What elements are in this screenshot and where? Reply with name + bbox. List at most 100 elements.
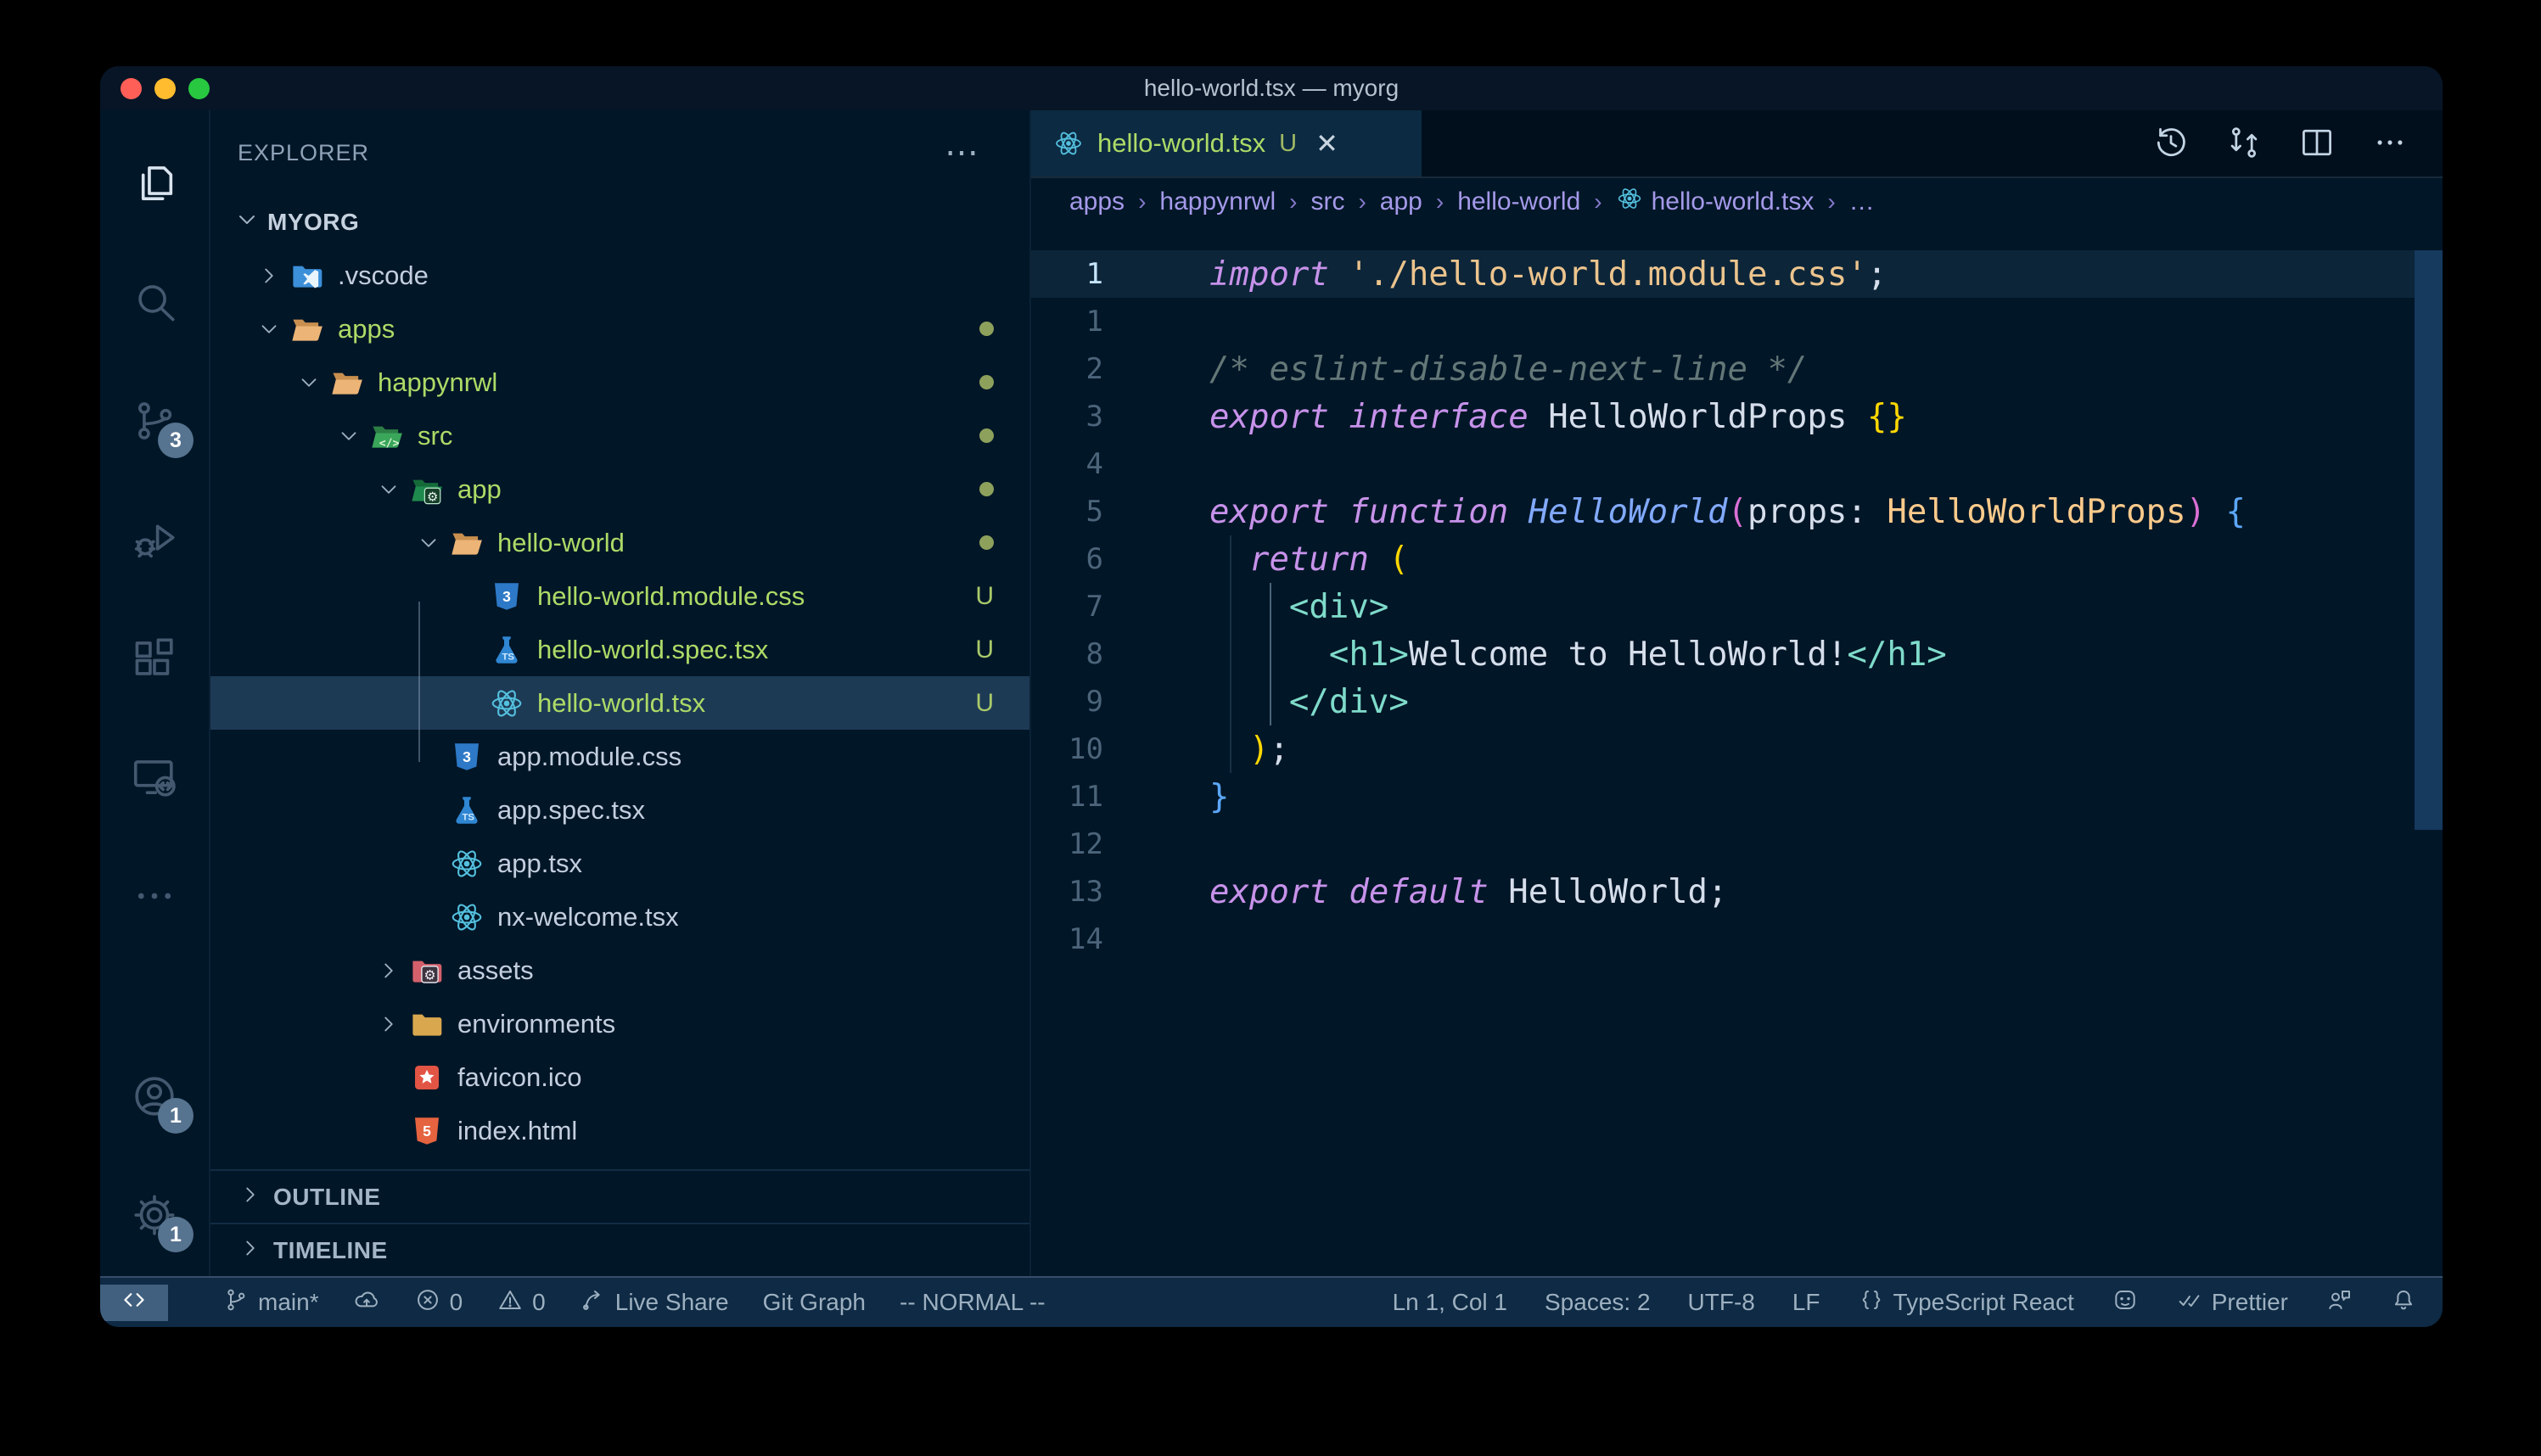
activity-item-more-views[interactable] — [114, 838, 195, 957]
git-modified-dot — [979, 482, 994, 496]
status-label: LF — [1792, 1289, 1820, 1316]
activity-item-run-debug[interactable] — [114, 482, 195, 601]
activity-item-source-control[interactable]: 3 — [114, 363, 195, 482]
panel-outline[interactable]: OUTLINE — [210, 1169, 1029, 1223]
tree-file-app.tsx[interactable]: app.tsx — [210, 837, 1029, 890]
code-line[interactable]: 9 </div> — [1031, 678, 2443, 725]
cloud-upload-icon — [353, 1286, 380, 1319]
breadcrumb-overflow[interactable]: … — [1849, 188, 1875, 216]
status-vim-mode[interactable]: -- NORMAL -- — [900, 1289, 1046, 1316]
git-modified-dot — [979, 428, 994, 443]
timeline-history-button[interactable] — [2152, 124, 2190, 165]
tree-folder-.vscode[interactable]: .vscode — [210, 249, 1029, 302]
tree-file-index.html[interactable]: 5index.html — [210, 1104, 1029, 1157]
code-line[interactable]: 5export function HelloWorld(props: Hello… — [1031, 488, 2443, 535]
tree-item-label: happynrwl — [378, 367, 497, 398]
status-encoding[interactable]: UTF-8 — [1688, 1289, 1755, 1316]
tree-folder-app[interactable]: ⚙app — [210, 462, 1029, 516]
breadcrumb-item-happynrwl[interactable]: happynrwl — [1159, 188, 1276, 216]
workspace-root-row[interactable]: MYORG — [210, 195, 1029, 249]
double-check-icon — [2176, 1286, 2203, 1319]
git-modified-dot — [979, 375, 994, 389]
status-live-share[interactable]: Live Share — [580, 1286, 729, 1319]
code-line[interactable]: 1 — [1031, 298, 2443, 345]
status-eol[interactable]: LF — [1792, 1289, 1820, 1316]
more-actions-button[interactable] — [2371, 124, 2409, 165]
status-errors[interactable]: 0 — [414, 1286, 463, 1319]
status-label: Git Graph — [763, 1289, 866, 1316]
status-github[interactable] — [2112, 1286, 2139, 1319]
breadcrumb-separator: › — [1358, 188, 1366, 216]
explorer-more-actions-button[interactable]: ⋯ — [945, 144, 979, 161]
code-line[interactable]: 4 — [1031, 440, 2443, 488]
breadcrumb-item-hello-world[interactable]: hello-world — [1457, 188, 1580, 216]
status-language-mode[interactable]: TypeScript React — [1858, 1286, 2074, 1319]
tree-folder-apps[interactable]: apps — [210, 302, 1029, 356]
code-line[interactable]: 3export interface HelloWorldProps {} — [1031, 393, 2443, 440]
status-sync-changes[interactable] — [353, 1286, 380, 1319]
status-git-branch[interactable]: main* — [222, 1286, 319, 1319]
status-label: Spaces: 2 — [1545, 1289, 1651, 1316]
tab-close-icon[interactable]: ✕ — [1315, 127, 1338, 160]
activity-item-extensions[interactable] — [114, 601, 195, 720]
open-changes-button[interactable] — [2225, 124, 2263, 165]
breadcrumb-item-src[interactable]: src — [1310, 188, 1344, 216]
status-remote-indicator[interactable] — [100, 1285, 168, 1321]
tree-item-label: app.tsx — [497, 848, 582, 879]
breadcrumb-item-app[interactable]: app — [1380, 188, 1422, 216]
activity-item-explorer[interactable] — [114, 126, 195, 244]
activity-bar: 3 11 — [100, 110, 210, 1276]
tree-folder-environments[interactable]: environments — [210, 997, 1029, 1050]
activity-item-accounts[interactable]: 1 — [114, 1039, 195, 1157]
status-cursor-position[interactable]: Ln 1, Col 1 — [1393, 1289, 1507, 1316]
code-line[interactable]: 6 return ( — [1031, 535, 2443, 583]
folder-tan-open — [448, 524, 485, 562]
line-number: 13 — [1031, 875, 1103, 909]
code-line[interactable]: 1import './hello-world.module.css'; — [1031, 250, 2443, 298]
error-icon — [414, 1286, 441, 1319]
tree-folder-assets[interactable]: ⚙assets — [210, 944, 1029, 997]
activity-item-search[interactable] — [114, 244, 195, 363]
ellipsis-icon — [130, 871, 179, 925]
code-line[interactable]: 2/* eslint-disable-next-line */ — [1031, 345, 2443, 393]
code-line[interactable]: 11} — [1031, 773, 2443, 820]
tab-hello-world-tsx[interactable]: hello-world.tsx U ✕ — [1031, 110, 1422, 176]
panel-timeline[interactable]: TIMELINE — [210, 1223, 1029, 1276]
tree-folder-happynrwl[interactable]: happynrwl — [210, 356, 1029, 409]
breadcrumb-item-file[interactable]: hello-world.tsx — [1616, 185, 1815, 219]
tree-file-nx-welcome.tsx[interactable]: nx-welcome.tsx — [210, 890, 1029, 944]
status-prettier[interactable]: Prettier — [2176, 1286, 2288, 1319]
folder-tan-open — [289, 311, 326, 348]
code-line[interactable]: 12 — [1031, 820, 2443, 868]
svg-text:TS: TS — [462, 812, 474, 822]
code-line[interactable]: 14 — [1031, 916, 2443, 963]
code-line[interactable]: 13export default HelloWorld; — [1031, 868, 2443, 916]
code-line[interactable]: 8 <h1>Welcome to HelloWorld!</h1> — [1031, 630, 2443, 678]
tree-folder-src[interactable]: </>src — [210, 409, 1029, 462]
code-editor[interactable]: 1import './hello-world.module.css';12/* … — [1031, 225, 2443, 1276]
status-git-graph[interactable]: Git Graph — [763, 1289, 866, 1316]
status-notifications[interactable] — [2390, 1286, 2417, 1319]
folder-src: </> — [368, 417, 406, 455]
split-editor-button[interactable] — [2298, 124, 2336, 165]
tree-file-app.module.css[interactable]: 3app.module.css — [210, 730, 1029, 783]
status-warnings[interactable]: 0 — [496, 1286, 546, 1319]
status-indentation[interactable]: Spaces: 2 — [1545, 1289, 1651, 1316]
breadcrumb-separator: › — [1289, 188, 1297, 216]
code-line[interactable]: 10 ); — [1031, 725, 2443, 773]
tree-file-favicon.ico[interactable]: favicon.ico — [210, 1050, 1029, 1104]
octoface-icon — [2112, 1286, 2139, 1319]
breadcrumb-item-apps[interactable]: apps — [1069, 188, 1125, 216]
code-line[interactable]: 7 <div> — [1031, 583, 2443, 630]
activity-item-remote-explorer[interactable] — [114, 720, 195, 838]
tree-file-hello-world.module.css[interactable]: 3hello-world.module.cssU — [210, 569, 1029, 623]
tree-file-app.spec.tsx[interactable]: TSapp.spec.tsx — [210, 783, 1029, 837]
activity-item-settings[interactable]: 1 — [114, 1157, 195, 1276]
tree-file-hello-world.spec.tsx[interactable]: TShello-world.spec.tsxU — [210, 623, 1029, 676]
status-feedback[interactable] — [2325, 1286, 2353, 1319]
tree-folder-hello-world[interactable]: hello-world — [210, 516, 1029, 569]
react-icon — [1616, 185, 1643, 219]
tab-git-status: U — [1279, 130, 1297, 158]
tree-file-hello-world.tsx[interactable]: hello-world.tsxU — [210, 676, 1029, 730]
editor-scrollbar[interactable] — [2415, 250, 2443, 830]
